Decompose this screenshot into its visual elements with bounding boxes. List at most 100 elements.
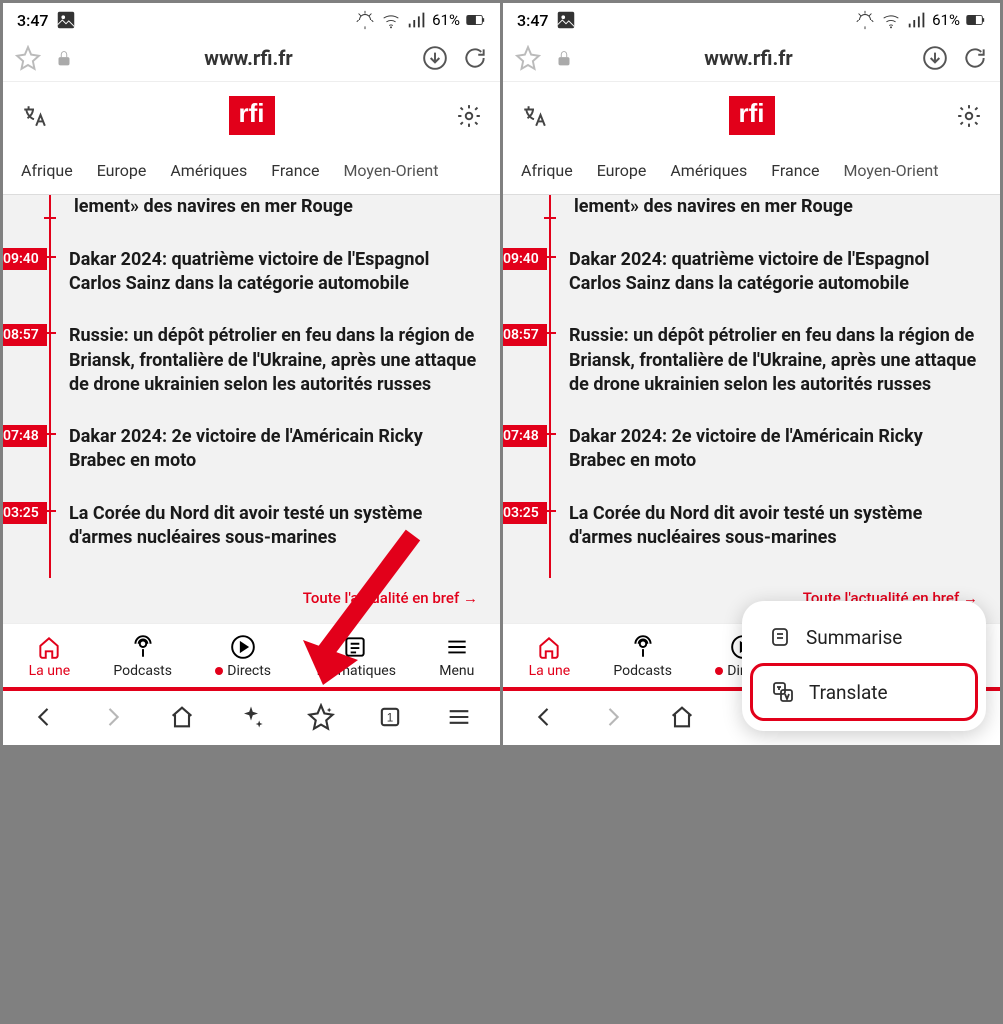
forward-icon[interactable] xyxy=(99,703,127,731)
back-icon[interactable] xyxy=(530,703,558,731)
nav-afrique[interactable]: Afrique xyxy=(521,161,573,180)
status-time: 3:47 xyxy=(517,11,549,30)
nav-menu[interactable]: Menu xyxy=(439,634,474,679)
status-bar: 3:47 61% xyxy=(503,3,1000,35)
site-header: rfi xyxy=(3,81,500,149)
feed-item[interactable]: 07:48 Dakar 2024: 2e victoire de l'Améri… xyxy=(551,411,982,488)
nav-moyen-orient[interactable]: Moyen-Orient xyxy=(343,161,438,180)
nav-ameriques[interactable]: Amériques xyxy=(170,161,247,180)
nav-directs[interactable]: Directs xyxy=(215,634,271,679)
time-badge: 07:48 xyxy=(3,425,47,447)
phone-right: 3:47 61% www.rfi.fr rfi xyxy=(503,3,1000,745)
popup-summarise[interactable]: Summarise xyxy=(750,611,978,663)
browser-bottom-bar: 1 xyxy=(3,691,500,745)
nav-france[interactable]: France xyxy=(771,161,819,180)
home-icon xyxy=(36,634,62,660)
url-display[interactable]: www.rfi.fr xyxy=(83,46,414,70)
nav-la-une[interactable]: La une xyxy=(529,634,571,679)
time-badge: 07:48 xyxy=(503,425,547,447)
rfi-logo[interactable]: rfi xyxy=(729,96,775,135)
feed-item[interactable]: 03:25 La Corée du Nord dit avoir testé u… xyxy=(551,488,982,565)
live-dot xyxy=(715,667,723,675)
feed-item[interactable]: 08:57 Russie: un dépôt pétrolier en feu … xyxy=(51,310,482,411)
nav-france[interactable]: France xyxy=(271,161,319,180)
home-icon[interactable] xyxy=(168,703,196,731)
news-feed[interactable]: lement» des navires en mer Rouge 09:40 D… xyxy=(503,195,1000,623)
nav-podcasts[interactable]: Podcasts xyxy=(613,634,672,679)
mute-icon xyxy=(854,9,876,31)
summarise-icon xyxy=(768,625,792,649)
status-time: 3:47 xyxy=(17,11,49,30)
status-bar: 3:47 61% xyxy=(3,3,500,35)
download-icon[interactable] xyxy=(422,45,448,71)
time-badge: 09:40 xyxy=(503,248,547,270)
podcast-icon xyxy=(630,634,656,660)
feed-item-partial[interactable]: lement» des navires en mer Rouge xyxy=(51,195,482,233)
nav-europe[interactable]: Europe xyxy=(97,161,147,180)
feed-item[interactable]: 07:48 Dakar 2024: 2e victoire de l'Améri… xyxy=(51,411,482,488)
time-badge: 09:40 xyxy=(3,248,47,270)
signal-icon xyxy=(906,9,928,31)
menu-icon xyxy=(444,634,470,660)
lock-icon xyxy=(53,47,75,69)
site-bottom-nav: La une Podcasts Directs Thématiques Menu xyxy=(3,623,500,687)
podcast-icon xyxy=(130,634,156,660)
star-icon[interactable] xyxy=(15,45,41,71)
translate-icon[interactable] xyxy=(521,103,547,129)
more-link[interactable]: Toute l'actualité en bref → xyxy=(21,578,482,623)
battery-icon xyxy=(964,9,986,31)
sparkle-icon[interactable] xyxy=(237,703,265,731)
forward-icon[interactable] xyxy=(599,703,627,731)
address-bar: www.rfi.fr xyxy=(3,35,500,81)
live-dot xyxy=(215,667,223,675)
download-icon[interactable] xyxy=(922,45,948,71)
nav-thematiques[interactable]: Thématiques xyxy=(314,634,396,679)
hamburger-icon[interactable] xyxy=(445,703,473,731)
translate-icon[interactable] xyxy=(21,103,47,129)
reload-icon[interactable] xyxy=(962,45,988,71)
nav-tabs: Afrique Europe Amériques France Moyen-Or… xyxy=(3,149,500,195)
url-display[interactable]: www.rfi.fr xyxy=(583,46,914,70)
time-badge: 03:25 xyxy=(503,502,547,524)
battery-icon xyxy=(464,9,486,31)
time-badge: 08:57 xyxy=(3,324,47,346)
back-icon[interactable] xyxy=(30,703,58,731)
svg-text:1: 1 xyxy=(387,712,393,725)
nav-moyen-orient[interactable]: Moyen-Orient xyxy=(843,161,938,180)
wifi-icon xyxy=(880,9,902,31)
nav-europe[interactable]: Europe xyxy=(597,161,647,180)
nav-afrique[interactable]: Afrique xyxy=(21,161,73,180)
nav-ameriques[interactable]: Amériques xyxy=(670,161,747,180)
battery-pct: 61% xyxy=(432,11,460,29)
gallery-icon xyxy=(55,9,77,31)
star-icon[interactable] xyxy=(515,45,541,71)
site-header: rfi xyxy=(503,81,1000,149)
feed-item[interactable]: 09:40 Dakar 2024: quatrième victoire de … xyxy=(551,234,982,311)
signal-icon xyxy=(406,9,428,31)
home-icon[interactable] xyxy=(668,703,696,731)
gear-icon[interactable] xyxy=(456,103,482,129)
tabs-icon[interactable]: 1 xyxy=(376,703,404,731)
translate-action-icon xyxy=(771,680,795,704)
battery-pct: 61% xyxy=(932,11,960,29)
gear-icon[interactable] xyxy=(956,103,982,129)
ai-actions-popup: Summarise Translate xyxy=(742,601,986,731)
feed-item[interactable]: 09:40 Dakar 2024: quatrième victoire de … xyxy=(51,234,482,311)
wifi-icon xyxy=(380,9,402,31)
home-icon xyxy=(536,634,562,660)
reload-icon[interactable] xyxy=(462,45,488,71)
news-feed[interactable]: lement» des navires en mer Rouge 09:40 D… xyxy=(3,195,500,623)
nav-tabs: Afrique Europe Amériques France Moyen-Or… xyxy=(503,149,1000,195)
feed-item[interactable]: 03:25 La Corée du Nord dit avoir testé u… xyxy=(51,488,482,565)
popup-translate[interactable]: Translate xyxy=(750,663,978,721)
bookmark-star-icon[interactable] xyxy=(307,703,335,731)
play-icon xyxy=(230,634,256,660)
feed-item[interactable]: 08:57 Russie: un dépôt pétrolier en feu … xyxy=(551,310,982,411)
address-bar: www.rfi.fr xyxy=(503,35,1000,81)
nav-la-une[interactable]: La une xyxy=(29,634,71,679)
time-badge: 03:25 xyxy=(3,502,47,524)
time-badge: 08:57 xyxy=(503,324,547,346)
rfi-logo[interactable]: rfi xyxy=(229,96,275,135)
nav-podcasts[interactable]: Podcasts xyxy=(113,634,172,679)
feed-item-partial[interactable]: lement» des navires en mer Rouge xyxy=(551,195,982,233)
